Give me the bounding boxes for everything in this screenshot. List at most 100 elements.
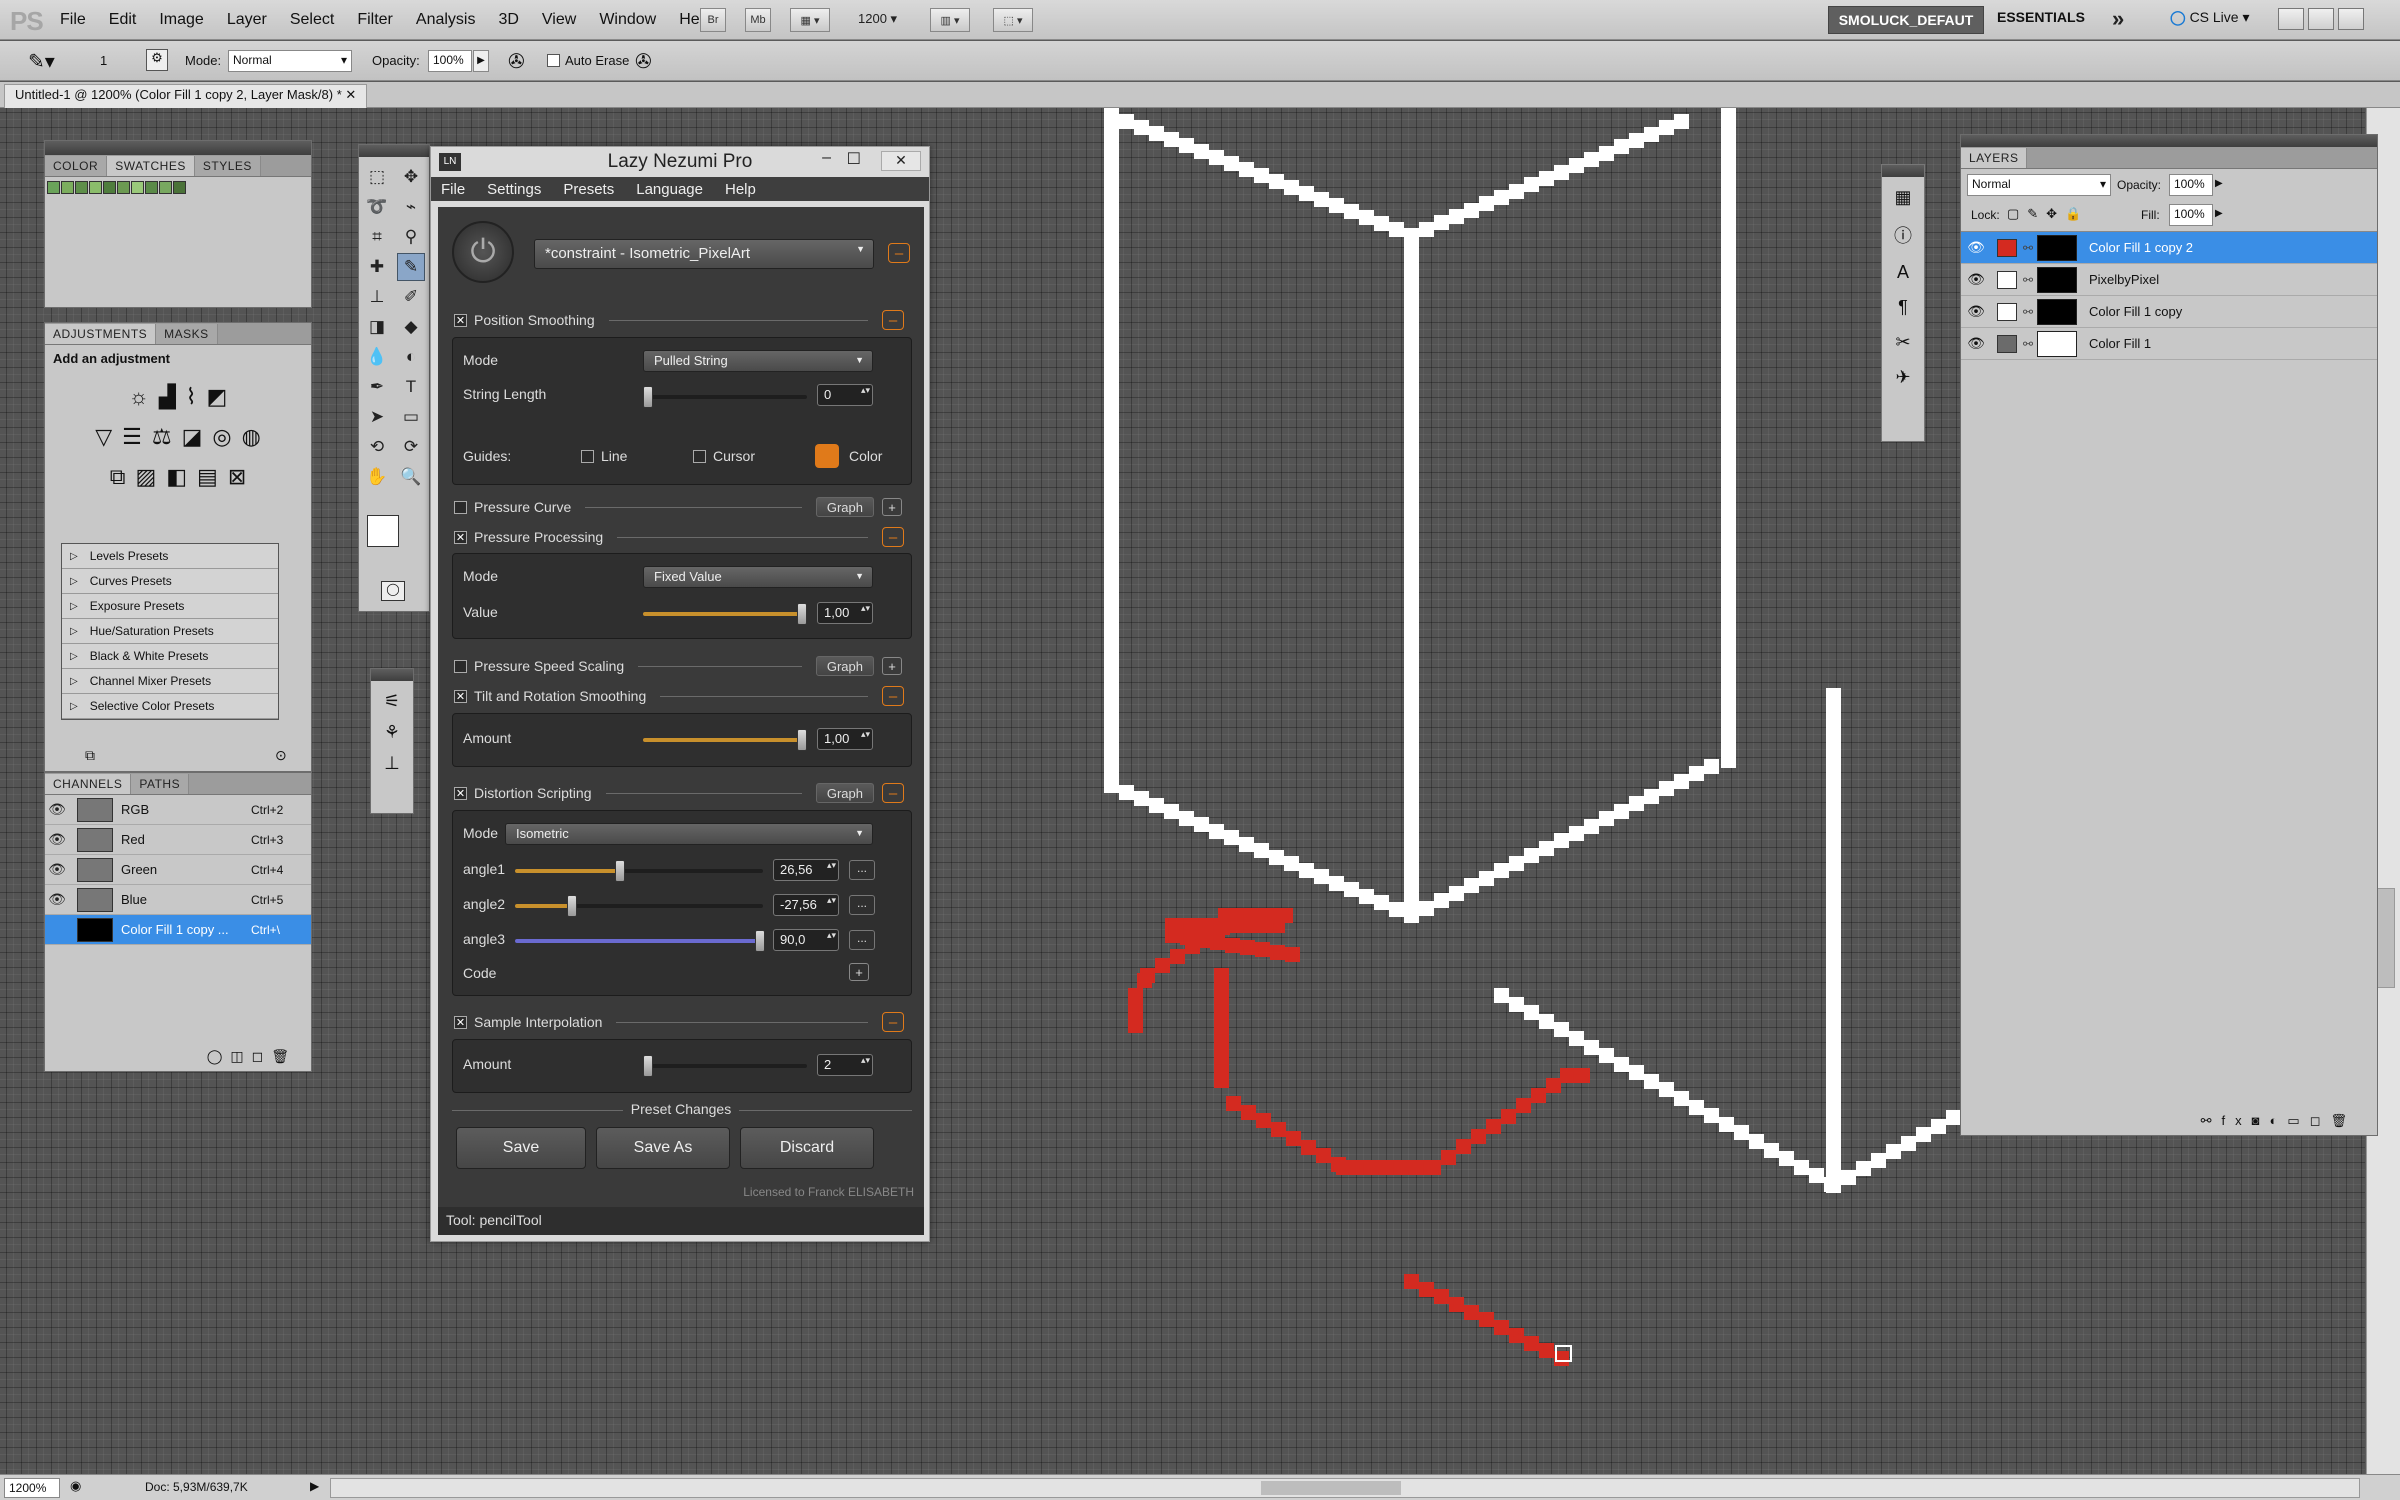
pressure-curve-expand[interactable]: + (882, 498, 902, 516)
new-group-icon[interactable]: ▭ (2287, 1113, 2309, 1128)
clip-icon[interactable]: ⊙ (275, 747, 287, 764)
swatch[interactable] (159, 181, 172, 194)
link-icon[interactable]: ⚯ (2023, 337, 2037, 351)
marquee-tool-icon[interactable]: ⬚ (363, 163, 391, 191)
channel-row[interactable]: 👁 Red Ctrl+3 (45, 825, 311, 855)
eye-icon[interactable]: 👁 (1961, 335, 1991, 352)
delete-channel-icon[interactable]: 🗑 (271, 1048, 297, 1064)
link-icon[interactable]: ⚯ (2023, 305, 2037, 319)
swatch[interactable] (145, 181, 158, 194)
guide-color-swatch[interactable] (815, 444, 839, 468)
layer-style-icon[interactable]: fx (2222, 1113, 2252, 1128)
fill-swatch[interactable] (1997, 270, 2017, 289)
link-icon[interactable]: ⚯ (2023, 273, 2037, 287)
adjustment-preset-item[interactable]: ▷ Selective Color Presets (62, 694, 278, 719)
workspace-essentials-button[interactable]: ESSENTIALS (1997, 9, 2085, 25)
swatch[interactable] (173, 181, 186, 194)
tab-swatches[interactable]: SWATCHES (107, 156, 195, 176)
hand-tool-icon[interactable]: ✋ (363, 463, 391, 491)
preset-select[interactable]: *constraint - Isometric_PixelArt (534, 239, 874, 269)
fill-arrow-icon[interactable]: ▶ (2215, 208, 2223, 219)
channel-row[interactable]: 👁 Green Ctrl+4 (45, 855, 311, 885)
save-as-button[interactable]: Save As (596, 1127, 730, 1169)
ln-menu-help[interactable]: Help (725, 181, 756, 198)
tool-presets-icon[interactable]: ⊥ (384, 753, 400, 774)
path-selection-tool-icon[interactable]: ➤ (363, 403, 391, 431)
code-expand[interactable]: + (849, 963, 869, 981)
minimize-button[interactable] (2278, 8, 2304, 30)
paint-bucket-tool-icon[interactable]: ◆ (397, 313, 425, 341)
delete-layer-icon[interactable]: 🗑 (2330, 1113, 2357, 1128)
clone-source-icon[interactable]: ⚘ (384, 722, 400, 743)
distortion-graph-button[interactable]: Graph (815, 783, 874, 803)
zoom-tool-icon[interactable]: 🔍 (397, 463, 425, 491)
exposure-icon[interactable]: ◩ (207, 384, 228, 410)
tab-channels[interactable]: CHANNELS (45, 774, 132, 794)
eyedropper-tool-icon[interactable]: ⚲ (397, 223, 425, 251)
distortion-collapse[interactable]: – (882, 783, 904, 803)
pp-value-slider[interactable] (643, 603, 807, 625)
menu-analysis[interactable]: Analysis (416, 11, 476, 29)
sample-amount-spin[interactable]: 2 (817, 1054, 873, 1076)
move-tool-icon[interactable]: ✥ (397, 163, 425, 191)
status-menu-arrow-icon[interactable]: ▶ (310, 1479, 319, 1493)
load-selection-icon[interactable]: ◯ (207, 1048, 231, 1064)
new-channel-icon[interactable]: ◻ (252, 1048, 272, 1064)
tab-layers[interactable]: LAYERS (1961, 148, 2028, 168)
arrange-documents-button[interactable]: ▥ ▾ (930, 8, 970, 32)
screen-mode-button[interactable]: ⬚ ▾ (993, 8, 1033, 32)
menu-edit[interactable]: Edit (109, 11, 137, 29)
pressure-curve-checkbox[interactable] (454, 500, 467, 514)
swatch[interactable] (89, 181, 102, 194)
adjustment-preset-item[interactable]: ▷ Black & White Presets (62, 644, 278, 669)
pressure-speed-expand[interactable]: + (882, 657, 902, 675)
channel-row[interactable]: Color Fill 1 copy ... Ctrl+\ (45, 915, 311, 945)
rectangle-tool-icon[interactable]: ▭ (397, 403, 425, 431)
quick-selection-tool-icon[interactable]: ⌁ (397, 193, 425, 221)
opacity-arrow-icon[interactable]: ▶ (473, 50, 489, 72)
angle3-slider[interactable] (515, 930, 765, 952)
menu-window[interactable]: Window (599, 11, 656, 29)
channel-mixer-icon[interactable]: ◍ (242, 424, 261, 450)
layer-row[interactable]: 👁 ⚯ Color Fill 1 (1961, 328, 2377, 360)
clone-stamp-tool-icon[interactable]: ⊥ (363, 283, 391, 311)
ln-close-icon[interactable]: ✕ (881, 151, 921, 171)
return-to-list-icon[interactable]: ⧉ (85, 747, 95, 764)
status-info-icon[interactable]: ◉ (70, 1478, 81, 1494)
levels-icon[interactable]: ▟ (159, 384, 176, 410)
lasso-tool-icon[interactable]: ➰ (363, 193, 391, 221)
pressure-processing-checkbox[interactable]: ✕ (454, 530, 467, 544)
ln-menu-file[interactable]: File (441, 181, 465, 198)
blur-tool-icon[interactable]: 💧 (363, 343, 391, 371)
sample-amount-slider[interactable] (643, 1055, 807, 1077)
color-balance-icon[interactable]: ⚖ (152, 424, 172, 450)
angle2-slider[interactable] (515, 895, 763, 917)
tilt-amount-slider[interactable] (643, 729, 807, 751)
tab-styles[interactable]: STYLES (194, 156, 261, 176)
pp-mode-select[interactable]: Fixed Value (643, 566, 873, 588)
fill-swatch[interactable] (1997, 334, 2017, 353)
ln-menu-language[interactable]: Language (636, 181, 703, 198)
position-smoothing-checkbox[interactable]: ✕ (454, 313, 467, 327)
swatch[interactable] (131, 181, 144, 194)
tilt-amount-spin[interactable]: 1,00 (817, 728, 873, 750)
string-length-spin[interactable]: 0 (817, 384, 873, 406)
quick-mask-icon[interactable]: ◯ (381, 581, 405, 601)
black-white-icon[interactable]: ◪ (182, 424, 203, 450)
angle2-spin[interactable]: -27,56 (773, 894, 839, 916)
save-selection-icon[interactable]: ◫ (230, 1048, 251, 1064)
photo-filter-icon[interactable]: ◎ (212, 424, 231, 450)
more-workspaces-icon[interactable]: » (2112, 6, 2124, 32)
link-layers-icon[interactable]: ⚯ (2201, 1113, 2222, 1128)
swatch[interactable] (103, 181, 116, 194)
history-brush-tool-icon[interactable]: ✐ (397, 283, 425, 311)
swatch[interactable] (61, 181, 74, 194)
mini-bridge-button[interactable]: Mb (745, 8, 771, 32)
pressure-speed-graph-button[interactable]: Graph (815, 656, 874, 676)
layer-opacity-arrow-icon[interactable]: ▶ (2215, 178, 2223, 189)
eye-icon[interactable]: 👁 (45, 861, 69, 878)
tab-paths[interactable]: PATHS (131, 774, 190, 794)
tab-color[interactable]: COLOR (45, 156, 108, 176)
ln-menu-settings[interactable]: Settings (487, 181, 541, 198)
size-pressure-icon[interactable]: ✇ (635, 49, 652, 74)
